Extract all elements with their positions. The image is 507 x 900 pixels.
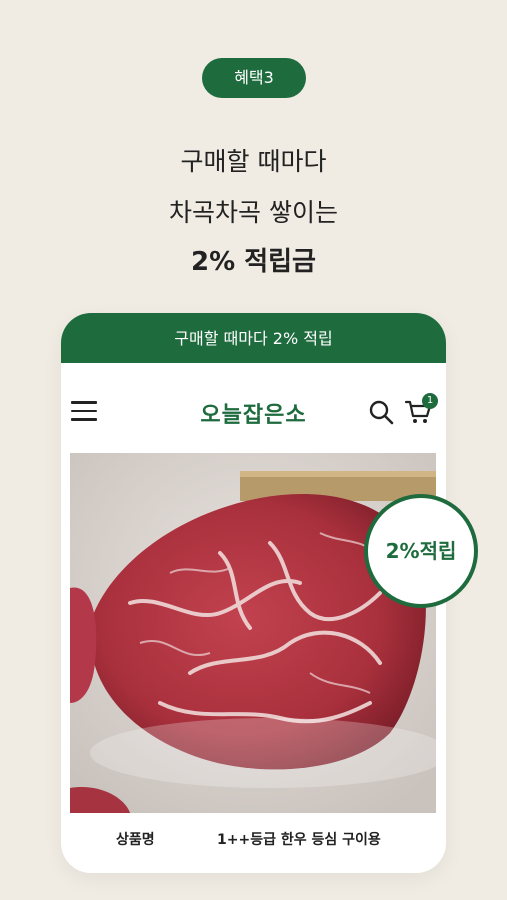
benefit-tag: 혜택3 [202,58,306,98]
promo-banner: 구매할 때마다 2% 적립 [61,313,446,363]
headline-line-3: 2% 적립금 [191,247,316,277]
headline-line-2: 차곡차곡 쌓이는 [169,198,338,227]
product-info-row: 상품명 1++등급 한우 등심 구이용 [61,829,446,857]
search-icon[interactable] [368,399,394,425]
product-image[interactable] [70,453,436,813]
app-header: 오늘잡은소 [61,363,446,451]
headline-line-1: 구매할 때마다 [180,147,327,176]
product-name-label: 상품명 [116,832,155,848]
product-name-value: 1++등급 한우 등심 구이용 [217,832,381,848]
points-badge: 2%적립 [364,494,478,608]
cart-count-badge: 1 [422,393,438,409]
